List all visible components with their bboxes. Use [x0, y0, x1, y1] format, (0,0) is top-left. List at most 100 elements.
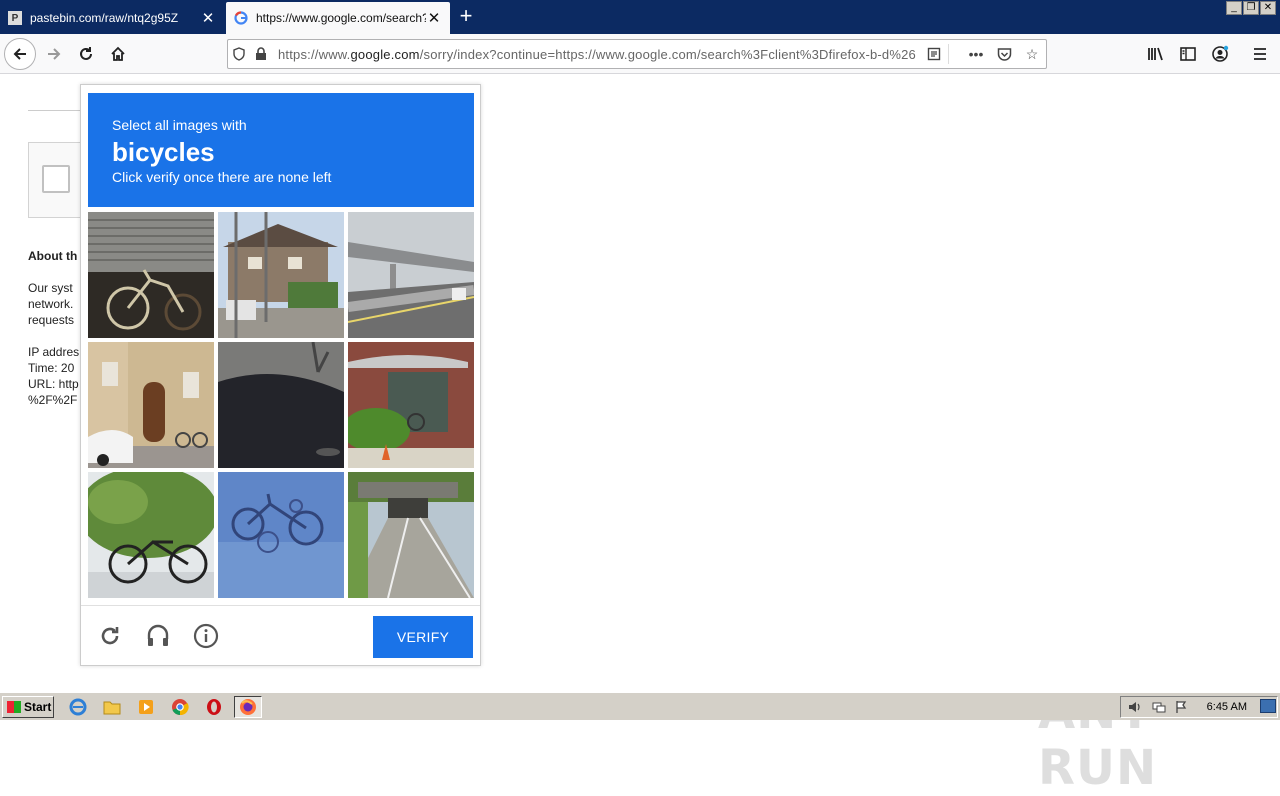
close-tab-icon[interactable]: ✕: [426, 9, 442, 27]
image-tile[interactable]: [348, 472, 474, 598]
image-tile[interactable]: [348, 342, 474, 468]
new-tab-button[interactable]: +: [456, 4, 476, 28]
info-line: Time: 20: [28, 361, 75, 375]
sidebar-icon: [1180, 47, 1196, 61]
windows-logo-icon: [7, 701, 21, 713]
url-text[interactable]: https://www.google.com/sorry/index?conti…: [272, 47, 920, 62]
url-path: /sorry/index?continue=https://www.google…: [419, 46, 916, 62]
url-separator: [948, 44, 962, 64]
close-window-button[interactable]: ✕: [1260, 1, 1276, 15]
audio-challenge-button[interactable]: [143, 621, 173, 651]
pastebin-favicon-icon: P: [8, 11, 22, 25]
forward-button[interactable]: [38, 38, 70, 70]
library-button[interactable]: [1140, 38, 1172, 70]
minimize-button[interactable]: _: [1226, 1, 1242, 15]
about-heading: About th: [28, 249, 78, 263]
reload-button[interactable]: [70, 38, 102, 70]
address-bar[interactable]: https://www.google.com/sorry/index?conti…: [227, 39, 1047, 69]
tab-google[interactable]: https://www.google.com/search?c ✕: [226, 2, 450, 34]
library-icon: [1148, 47, 1163, 61]
divider: [28, 110, 88, 111]
start-button[interactable]: Start: [2, 696, 54, 718]
taskbar-firefox[interactable]: [234, 696, 262, 718]
action-center-flag-icon[interactable]: [1175, 700, 1189, 714]
paragraph-line: network.: [28, 297, 74, 311]
bicycles-blue-photo: [218, 472, 344, 598]
pocket-icon[interactable]: [990, 47, 1018, 61]
start-label: Start: [24, 700, 52, 714]
reload-icon: [80, 47, 92, 60]
info-line: %2F%2F: [28, 393, 78, 407]
close-tab-icon[interactable]: ✕: [200, 9, 216, 27]
back-arrow-icon: [13, 48, 26, 60]
url-domain: google.com: [350, 46, 420, 62]
tab-pastebin[interactable]: P pastebin.com/raw/ntq2g95Z ✕: [0, 2, 224, 34]
clock[interactable]: 6:45 AM: [1207, 701, 1247, 713]
verify-button[interactable]: VERIFY: [373, 616, 473, 658]
media-player-icon: [139, 700, 153, 714]
image-grid: [88, 212, 474, 598]
tab-title: pastebin.com/raw/ntq2g95Z: [30, 11, 179, 25]
windows-taskbar: Start 6:45 AM: [0, 692, 1280, 720]
image-tile[interactable]: [88, 342, 214, 468]
taskbar-opera[interactable]: [200, 696, 228, 718]
account-icon: [1212, 45, 1229, 62]
recaptcha-checkbox-widget: [28, 142, 88, 218]
taskbar-ie[interactable]: [64, 696, 92, 718]
restore-button[interactable]: ❐: [1243, 1, 1259, 15]
paragraph-line: Our syst: [28, 281, 73, 295]
taskbar-media-player[interactable]: [132, 696, 160, 718]
info-line: URL: http: [28, 377, 79, 391]
challenge-header: Select all images with bicycles Click ve…: [88, 93, 474, 207]
network-icon[interactable]: [1151, 700, 1167, 714]
info-icon: [193, 623, 219, 649]
shadow-asphalt-photo: [218, 342, 344, 468]
image-tile[interactable]: [218, 342, 344, 468]
street-houses-photo: [218, 212, 344, 338]
instruction-text: Select all images with: [112, 117, 247, 133]
image-tile[interactable]: [218, 212, 344, 338]
opera-icon: [207, 699, 221, 715]
reader-view-icon[interactable]: [920, 47, 948, 61]
menu-button[interactable]: [1244, 38, 1276, 70]
system-tray: 6:45 AM: [1120, 696, 1278, 718]
tracking-shield-icon[interactable]: [228, 47, 250, 61]
window-controls: _ ❐ ✕: [1226, 1, 1276, 15]
url-prefix: https://www.: [278, 46, 351, 62]
volume-icon[interactable]: [1127, 700, 1143, 714]
home-button[interactable]: [102, 38, 134, 70]
highway-photo: [348, 212, 474, 338]
bookmark-star-icon[interactable]: ☆: [1018, 46, 1046, 63]
bicycle-tree-photo: [88, 472, 214, 598]
tab-title: https://www.google.com/search?c: [256, 11, 426, 25]
page-actions-menu-icon[interactable]: •••: [962, 46, 990, 62]
image-tile[interactable]: [348, 212, 474, 338]
account-button[interactable]: [1204, 38, 1236, 70]
building-car-photo: [88, 342, 214, 468]
target-object: bicycles: [112, 137, 215, 167]
image-tile[interactable]: [218, 472, 344, 598]
info-line: IP addres: [28, 345, 80, 359]
taskbar-explorer[interactable]: [98, 696, 126, 718]
recaptcha-checkbox[interactable]: [42, 165, 70, 193]
forward-arrow-icon: [48, 48, 61, 60]
paragraph-line: requests: [28, 313, 75, 327]
image-tile[interactable]: [88, 212, 214, 338]
image-tile[interactable]: [88, 472, 214, 598]
shop-entrance-photo: [348, 342, 474, 468]
home-icon: [111, 46, 125, 61]
sidebar-button[interactable]: [1172, 38, 1204, 70]
road-bridge-photo: [348, 472, 474, 598]
folder-icon: [103, 701, 121, 715]
lock-icon[interactable]: [250, 47, 272, 61]
help-button[interactable]: [191, 621, 221, 651]
taskbar-chrome[interactable]: [166, 696, 194, 718]
reload-challenge-button[interactable]: [95, 621, 125, 651]
challenge-footer: VERIFY: [81, 605, 480, 665]
hint-text: Click verify once there are none left: [112, 169, 332, 185]
recaptcha-challenge: Select all images with bicycles Click ve…: [80, 84, 481, 666]
firefox-icon: [240, 699, 256, 715]
back-button[interactable]: [4, 38, 36, 70]
tab-strip: P pastebin.com/raw/ntq2g95Z ✕ https://ww…: [0, 0, 1280, 34]
show-desktop-icon[interactable]: [1260, 699, 1276, 713]
